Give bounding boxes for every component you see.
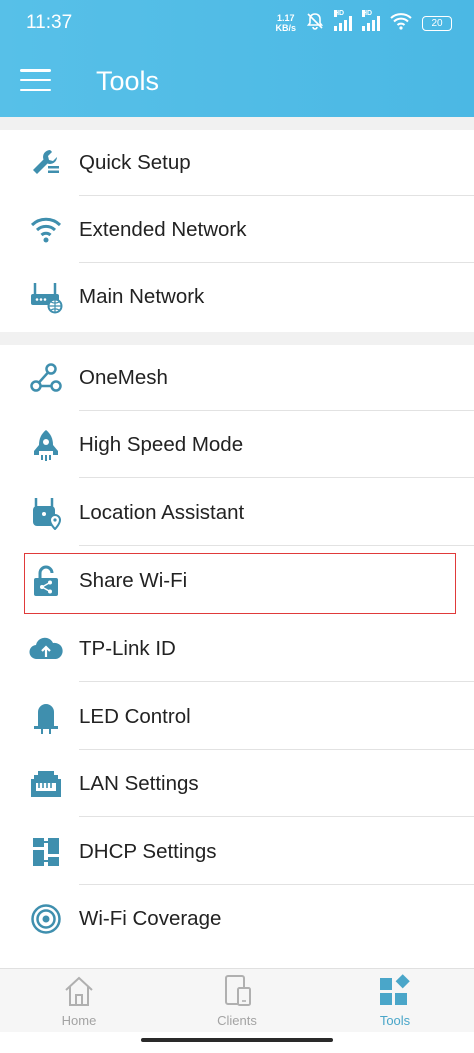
tool-item-label: Location Assistant	[79, 501, 245, 524]
tool-item-wifi-coverage[interactable]: Wi-Fi Coverage	[0, 886, 474, 952]
status-time: 11:37	[26, 12, 73, 33]
cloud-upload-icon	[28, 631, 64, 667]
dhcp-icon	[28, 834, 64, 870]
tool-item-extended-network[interactable]: Extended Network	[0, 197, 474, 263]
hd-label-2: HD	[362, 10, 373, 17]
tool-item-label: OneMesh	[79, 366, 168, 389]
mesh-icon	[28, 360, 64, 396]
tool-item-label: TP-Link ID	[79, 637, 176, 660]
battery-icon: 20	[422, 15, 452, 31]
tab-label: Home	[61, 1013, 97, 1028]
tool-item-label: DHCP Settings	[79, 840, 217, 863]
app-header: 11:37 1.17 KB/s HD HD 20 Tools	[0, 0, 474, 117]
mute-bell-icon	[306, 12, 324, 35]
tool-item-label: LAN Settings	[79, 772, 199, 795]
tools-grid-icon	[378, 974, 412, 1008]
wrench-icon	[28, 145, 64, 181]
network-speed-value: 1.17	[276, 13, 295, 23]
divider	[79, 262, 474, 263]
divider	[79, 681, 474, 682]
divider	[79, 749, 474, 750]
led-icon	[28, 699, 64, 735]
status-icons: 1.17 KB/s HD HD 20	[275, 10, 452, 35]
tool-item-led-control[interactable]: LED Control	[0, 684, 474, 750]
tool-item-label: Share Wi-Fi	[79, 569, 188, 592]
tool-item-onemesh[interactable]: OneMesh	[0, 345, 474, 411]
tool-item-label: Wi-Fi Coverage	[79, 907, 222, 930]
divider	[79, 816, 474, 817]
tool-item-label: LED Control	[79, 705, 191, 728]
wifi-icon	[28, 212, 64, 248]
status-bar: 11:37 1.17 KB/s HD HD 20	[0, 0, 474, 46]
signal-1-icon: HD	[334, 10, 352, 31]
page-title: Tools	[96, 66, 160, 96]
rocket-icon	[28, 427, 64, 463]
tool-item-tp-link-id[interactable]: TP-Link ID	[0, 616, 474, 682]
wifi-status-icon	[390, 12, 412, 35]
tool-item-high-speed-mode[interactable]: High Speed Mode	[0, 412, 474, 478]
share-lock-icon	[28, 563, 64, 599]
router-globe-icon	[28, 279, 64, 315]
tool-item-location-assistant[interactable]: Location Assistant	[0, 480, 474, 546]
tool-item-lan-settings[interactable]: LAN Settings	[0, 751, 474, 817]
tab-clients[interactable]: Clients	[158, 969, 316, 1033]
divider	[79, 477, 474, 478]
battery-level: 20	[431, 17, 443, 29]
divider	[79, 884, 474, 885]
hd-label-1: HD	[334, 10, 345, 17]
home-indicator[interactable]	[141, 1038, 333, 1042]
section-gap-top	[0, 117, 474, 130]
tab-tools[interactable]: Tools	[316, 969, 474, 1033]
divider	[79, 410, 474, 411]
tool-item-quick-setup[interactable]: Quick Setup	[0, 130, 474, 196]
tab-home[interactable]: Home	[0, 969, 158, 1033]
tool-item-label: High Speed Mode	[79, 433, 244, 456]
extender-location-icon	[28, 495, 64, 531]
divider	[79, 545, 474, 546]
home-icon	[62, 974, 96, 1008]
tool-item-dhcp-settings[interactable]: DHCP Settings	[0, 819, 474, 885]
tab-label: Clients	[217, 1013, 257, 1028]
tool-item-label: Extended Network	[79, 218, 247, 241]
tool-item-label: Quick Setup	[79, 151, 191, 174]
section-gap-middle	[0, 332, 474, 345]
divider	[79, 195, 474, 196]
tool-item-share-wifi[interactable]: Share Wi-Fi	[0, 548, 474, 614]
system-nav-area	[0, 1032, 474, 1053]
network-speed: 1.17 KB/s	[275, 13, 296, 33]
tool-item-main-network[interactable]: Main Network	[0, 264, 474, 330]
tool-item-label: Main Network	[79, 285, 205, 308]
tab-label: Tools	[379, 1013, 411, 1028]
ethernet-port-icon	[28, 766, 64, 802]
devices-icon	[220, 974, 254, 1008]
coverage-icon	[28, 901, 64, 937]
menu-icon[interactable]	[20, 66, 52, 94]
network-speed-unit: KB/s	[275, 23, 296, 33]
bottom-tab-bar: Home Clients Tools	[0, 968, 474, 1032]
signal-2-icon: HD	[362, 10, 380, 31]
